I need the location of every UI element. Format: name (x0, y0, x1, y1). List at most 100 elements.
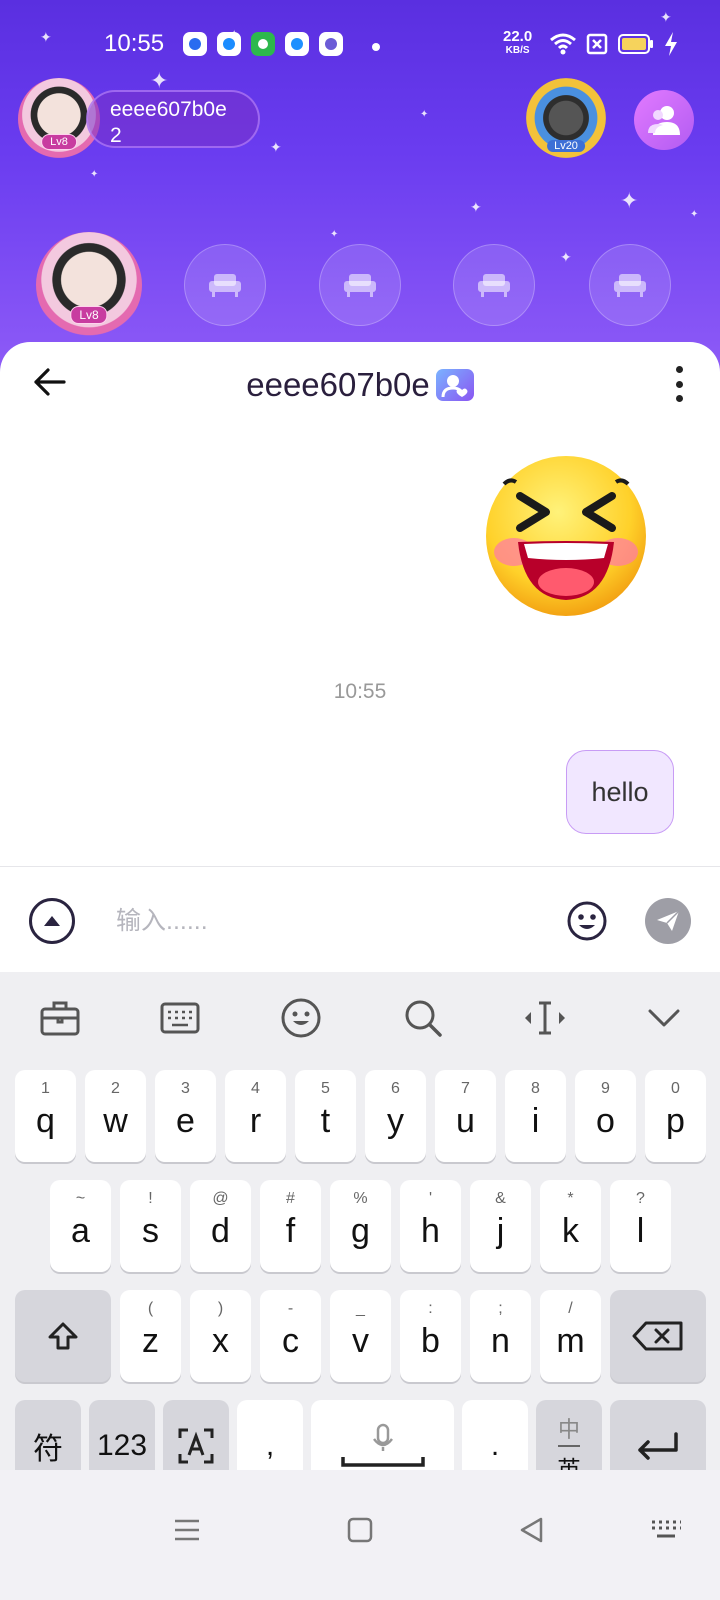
home-nav-button[interactable] (340, 1510, 380, 1550)
friend-badge-icon (435, 369, 474, 402)
key-p[interactable]: 0p (645, 1070, 706, 1162)
key-label: k (562, 1212, 579, 1250)
key-hint: 6 (391, 1080, 400, 1097)
send-button[interactable] (645, 898, 691, 944)
key-hint: ) (217, 1300, 224, 1317)
sofa-icon (209, 274, 241, 297)
key-hint: ' (428, 1190, 433, 1207)
purple-app-icon (319, 32, 343, 56)
system-icons (550, 32, 678, 56)
host-info-pill[interactable]: eeee607b0e 2 (86, 90, 260, 148)
key-u[interactable]: 7u (435, 1070, 496, 1162)
key-a[interactable]: ~ a (50, 1180, 111, 1272)
key-s[interactable]: ! s (120, 1180, 181, 1272)
briefcase-icon[interactable] (38, 996, 82, 1040)
key-label: r (249, 1102, 262, 1140)
key-v[interactable]: _ v (330, 1290, 391, 1382)
collapse-keyboard-icon[interactable] (642, 996, 686, 1040)
room-background: ✦ ✦ ✦ ✦ ✦ ✦ ✦ ✦ ✦ ✦ ✦ ✦ 10:55 22.0 KB/S … (0, 0, 720, 380)
search-icon[interactable] (401, 996, 445, 1040)
host-name: eeee607b0e (110, 98, 227, 121)
key-label: u (456, 1102, 475, 1140)
back-triangle-icon (520, 1517, 543, 1543)
emoji-icon[interactable] (279, 996, 323, 1040)
more-options-button[interactable] (664, 366, 694, 402)
menu-nav-button[interactable] (167, 1510, 207, 1550)
backspace-key[interactable] (610, 1290, 706, 1382)
emoji-button[interactable] (566, 900, 608, 942)
keyboard-toolbar (0, 972, 720, 1062)
key-c[interactable]: -c (260, 1290, 321, 1382)
message-input[interactable] (100, 888, 540, 954)
key-hint: 8 (531, 1080, 540, 1097)
keyboard-icon[interactable] (158, 996, 202, 1040)
sofa-icon (478, 274, 510, 297)
home-square-icon (347, 1517, 373, 1543)
key-i[interactable]: 8i (505, 1070, 566, 1162)
key-d[interactable]: @ d (190, 1180, 251, 1272)
key-g[interactable]: % g (330, 1180, 391, 1272)
empty-seat-4[interactable] (589, 244, 671, 326)
keyboard-small-icon (652, 1520, 681, 1538)
key-f[interactable]: # f (260, 1180, 321, 1272)
language-key-divider (558, 1445, 580, 1447)
key-label: g (351, 1212, 370, 1250)
key-label: y (387, 1102, 404, 1140)
host-count: 2 (110, 124, 122, 147)
key-n[interactable]: ; n (470, 1290, 531, 1382)
key-t[interactable]: 5t (295, 1070, 356, 1162)
empty-seat-3[interactable] (453, 244, 535, 326)
net-speed: 22.0 KB/S (503, 28, 533, 58)
seat-owner-avatar[interactable]: Lv8 (36, 232, 142, 338)
shift-icon (48, 1322, 78, 1350)
status-time: 10:55 (104, 30, 165, 57)
key-b[interactable]: :b (400, 1290, 461, 1382)
users-icon (648, 106, 680, 135)
net-speed-value: 22.0 (503, 28, 533, 45)
key-x[interactable]: ) x (190, 1290, 251, 1382)
key-o[interactable]: 9o (575, 1070, 636, 1162)
key-hint: 2 (111, 1080, 120, 1097)
key-q[interactable]: 1q (15, 1070, 76, 1162)
key-hint: ~ (75, 1190, 86, 1207)
key-j[interactable]: & j (470, 1180, 531, 1272)
key-label: d (211, 1212, 230, 1250)
message-bubble[interactable]: hello (566, 750, 674, 834)
key-z[interactable]: (z (120, 1290, 181, 1382)
key-hint: 3 (181, 1080, 190, 1097)
expand-menu-button[interactable] (29, 898, 75, 944)
key-r[interactable]: 4r (225, 1070, 286, 1162)
back-nav-button[interactable] (512, 1510, 552, 1550)
shift-key[interactable] (15, 1290, 111, 1382)
key-label: c (282, 1322, 299, 1360)
key-hint: 0 (671, 1080, 680, 1097)
menu-icon (175, 1519, 199, 1541)
key-hint: @ (212, 1190, 229, 1207)
key-e[interactable]: 3e (155, 1070, 216, 1162)
key-hint: & (495, 1190, 506, 1207)
mic-space-icon (340, 1423, 425, 1467)
green-app-icon (251, 32, 275, 56)
online-users-button[interactable] (634, 90, 694, 150)
key-y[interactable]: 6y (365, 1070, 426, 1162)
empty-seat-2[interactable] (319, 244, 401, 326)
guild-badge[interactable]: Lv20 (526, 78, 606, 158)
empty-seat-1[interactable] (184, 244, 266, 326)
key-w[interactable]: 2w (85, 1070, 146, 1162)
key-k[interactable]: * k (540, 1180, 601, 1272)
key-l[interactable]: ? l (610, 1180, 671, 1272)
chat-title: eeee607b0e (0, 364, 720, 404)
keyboard-switch-button[interactable] (646, 1510, 686, 1550)
key-label: m (556, 1322, 585, 1360)
key-m[interactable]: / m (540, 1290, 601, 1382)
enter-icon (638, 1432, 678, 1460)
key-h[interactable]: ' h (400, 1180, 461, 1272)
key-hint: ; (498, 1300, 503, 1317)
key-label: l (636, 1212, 645, 1250)
scan-text-icon (178, 1428, 214, 1464)
key-hint: : (428, 1300, 433, 1317)
message-timestamp: 10:55 (333, 680, 387, 703)
cursor-icon[interactable] (523, 996, 567, 1040)
wifi-icon (550, 33, 576, 55)
key-label: z (142, 1322, 159, 1360)
